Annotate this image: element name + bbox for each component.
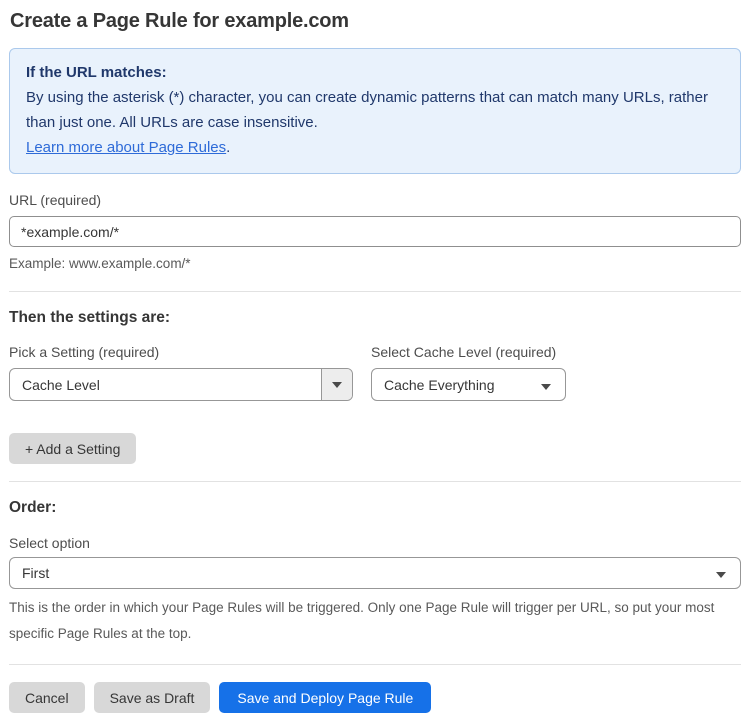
chevron-down-icon bbox=[716, 565, 740, 581]
cancel-button[interactable]: Cancel bbox=[9, 682, 85, 713]
setting-select-label: Pick a Setting (required) bbox=[9, 344, 160, 360]
cache-level-select-label: Select Cache Level (required) bbox=[371, 344, 557, 360]
settings-section-heading: Then the settings are: bbox=[9, 309, 171, 326]
caret-glyph bbox=[332, 381, 342, 388]
url-input[interactable] bbox=[9, 216, 741, 247]
info-box-link-line: Learn more about Page Rules. bbox=[26, 135, 724, 160]
divider bbox=[9, 664, 741, 665]
link-suffix: . bbox=[226, 139, 231, 156]
order-select-label: Select option bbox=[9, 535, 90, 551]
divider bbox=[9, 481, 741, 482]
form-actions: Cancel Save as Draft Save and Deploy Pag… bbox=[9, 682, 741, 713]
chevron-down-icon[interactable] bbox=[321, 369, 352, 400]
save-deploy-button[interactable]: Save and Deploy Page Rule bbox=[219, 682, 432, 713]
cache-level-select-value: Cache Everything bbox=[384, 376, 495, 393]
order-section-heading: Order: bbox=[9, 499, 57, 516]
caret-glyph bbox=[541, 383, 551, 390]
learn-more-link[interactable]: Learn more about Page Rules bbox=[26, 139, 226, 156]
order-select[interactable]: First bbox=[9, 557, 741, 589]
save-draft-button[interactable]: Save as Draft bbox=[93, 682, 211, 713]
setting-select[interactable]: Cache Level bbox=[9, 368, 353, 401]
page-title: Create a Page Rule for example.com bbox=[10, 10, 349, 32]
info-box-body: By using the asterisk (*) character, you… bbox=[26, 89, 708, 131]
add-setting-button[interactable]: + Add a Setting bbox=[9, 433, 137, 464]
page-rule-form: Create a Page Rule for example.com If th… bbox=[0, 0, 750, 725]
order-helper-text: This is the order in which your Page Rul… bbox=[9, 600, 715, 641]
order-select-value: First bbox=[22, 565, 50, 581]
cache-level-column: Select Cache Level (required) Cache Ever… bbox=[371, 344, 566, 401]
setting-picker-column: Pick a Setting (required) Cache Level bbox=[9, 344, 353, 401]
url-match-info-box: If the URL matches: By using the asteris… bbox=[9, 48, 741, 174]
chevron-down-icon bbox=[541, 377, 565, 393]
divider bbox=[9, 291, 741, 292]
url-example-helper: Example: www.example.com/* bbox=[9, 256, 191, 271]
caret-glyph bbox=[716, 572, 726, 578]
setting-select-value: Cache Level bbox=[22, 376, 100, 393]
info-box-heading: If the URL matches: bbox=[26, 64, 167, 81]
settings-row: Pick a Setting (required) Cache Level Se… bbox=[9, 344, 741, 401]
cache-level-select[interactable]: Cache Everything bbox=[371, 368, 566, 401]
url-field-label: URL (required) bbox=[9, 192, 102, 208]
